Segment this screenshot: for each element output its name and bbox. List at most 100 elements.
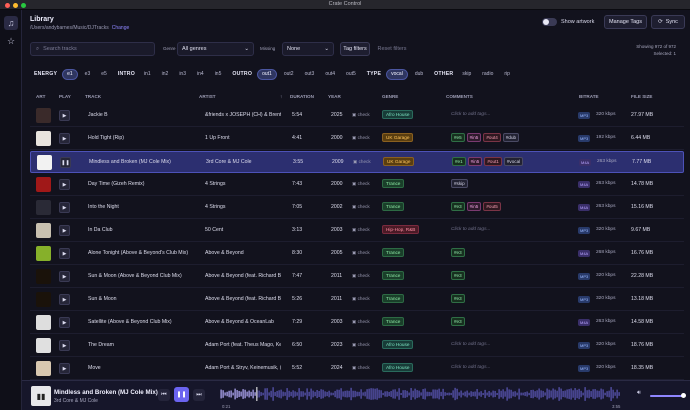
comment-tag[interactable]: #e3 (451, 271, 465, 280)
col-play[interactable]: PLAY (59, 94, 71, 99)
track-row[interactable]: ▶ Alone Tonight (Above & Beyond's Club Mi… (30, 243, 684, 265)
track-row[interactable]: ▶ Sun & Moon (Above & Beyond Club Mix) Abo… (30, 266, 684, 288)
play-track-button[interactable]: ▶ (59, 340, 70, 351)
track-row[interactable]: ▶ In Da Club 50 Cent 3:13 2003 ▣ check Hip-Hop… (30, 220, 684, 242)
check-button[interactable]: ▣ check (352, 342, 370, 348)
col-art[interactable]: ART (36, 94, 45, 99)
col-genre[interactable]: GENRE (382, 94, 398, 99)
tag-chip-vocal[interactable]: vocal (386, 68, 408, 80)
comment-tag[interactable]: #vocal (503, 157, 524, 166)
tag-chip-in4[interactable]: in4 (193, 69, 208, 80)
genre-badge[interactable]: Trance (382, 179, 405, 188)
track-row[interactable]: ▶ Day Time (Gizeh Remix) 4 Strings 7:43 2000… (30, 174, 684, 196)
play-track-button[interactable]: ▶ (59, 317, 70, 328)
comment-tags[interactable]: #e3 (451, 294, 465, 303)
comment-tag[interactable]: #out1 (484, 157, 502, 166)
comment-tag[interactable]: #e3 (451, 294, 465, 303)
col-file-size[interactable]: FILE SIZE (631, 94, 652, 99)
missing-select[interactable]: None ⌄ (282, 42, 334, 56)
check-button[interactable]: ▣ check (352, 273, 370, 279)
genre-badge[interactable]: Trance (382, 271, 405, 280)
track-row[interactable]: ▶ The Dream Adam Port (feat. Theus Mago, K… (30, 335, 684, 357)
tag-chip-e5[interactable]: e5 (97, 69, 111, 80)
comment-tag[interactable]: #out5 (483, 202, 501, 211)
comment-tag[interactable]: #in5 (466, 202, 482, 211)
comment-tags[interactable]: #e3 (451, 271, 465, 280)
sync-button[interactable]: ⟳ Sync (651, 15, 685, 29)
comment-tag[interactable]: #skip (451, 179, 468, 188)
comment-tags[interactable]: #e1 #in5 #out1 #vocal (452, 157, 524, 166)
previous-button[interactable]: ⏮ (158, 389, 170, 401)
comment-tag[interactable]: #e5 (451, 133, 465, 142)
tag-chip-out1[interactable]: out1 (257, 68, 277, 80)
tag-chip-out2[interactable]: out2 (280, 69, 298, 80)
track-row[interactable]: ▶ Hold Tight (Rip) 1 Up Front 4:41 2000 ▣ che… (30, 128, 684, 150)
comment-tags[interactable]: #e3 (451, 317, 465, 326)
play-track-button[interactable]: ▶ (59, 294, 70, 305)
track-row[interactable]: ▶ Satellite (Above & Beyond Club Mix) Abov… (30, 312, 684, 334)
track-row[interactable]: ▶ Jackie B &friends x JOSEPH (CH) & Brent 5… (30, 105, 684, 127)
col-artist[interactable]: ARTIST (199, 94, 216, 99)
pause-track-button[interactable]: ❚❚ (60, 157, 71, 168)
genre-badge[interactable]: Hip-Hop, R&B (382, 225, 420, 234)
tag-chip-e3[interactable]: e3 (81, 69, 95, 80)
tag-chip-out5[interactable]: out5 (342, 69, 360, 80)
check-button[interactable]: ▣ check (352, 181, 370, 187)
add-tags-placeholder[interactable]: Click to add tags... (451, 112, 490, 117)
tag-filters-button[interactable]: Tag filters (340, 42, 370, 56)
play-track-button[interactable]: ▶ (59, 225, 70, 236)
favorites-nav-button[interactable]: ☆ (4, 34, 18, 48)
tag-chip-in3[interactable]: in3 (175, 69, 190, 80)
tag-chip-e1[interactable]: e1 (62, 68, 78, 80)
genre-badge[interactable]: Trance (382, 248, 405, 257)
comment-tag[interactable]: #out4 (483, 133, 501, 142)
genre-badge[interactable]: Afro House (382, 340, 414, 349)
tag-chip-rip[interactable]: rip (500, 69, 514, 80)
play-track-button[interactable]: ▶ (59, 363, 70, 374)
change-path-link[interactable]: Change (112, 25, 130, 31)
comment-tags[interactable]: #e5 #in5 #out4 #dub (451, 133, 520, 142)
tag-chip-in1[interactable]: in1 (140, 69, 155, 80)
comment-tags[interactable]: #e3 (451, 248, 465, 257)
track-row[interactable]: ▶ Move Adam Port & Stryv, Keinemusik, (5:5… (30, 358, 684, 380)
check-button[interactable]: ▣ check (352, 250, 370, 256)
genre-badge[interactable]: Trance (382, 202, 405, 211)
genre-badge[interactable]: UK Garage (382, 133, 414, 142)
tag-chip-in5[interactable]: in5 (211, 69, 226, 80)
tag-chip-out4[interactable]: out4 (321, 69, 339, 80)
tag-chip-radio[interactable]: radio (478, 69, 497, 80)
comment-tag[interactable]: #in5 (467, 157, 483, 166)
play-track-button[interactable]: ▶ (59, 133, 70, 144)
reset-filters-button[interactable]: Reset filters (375, 42, 409, 56)
search-input[interactable]: ⌕ Search tracks (30, 42, 155, 56)
track-row[interactable]: ❚❚ Mindless and Broken (MJ Cole Mix) 3rd C… (30, 151, 684, 173)
play-track-button[interactable]: ▶ (59, 202, 70, 213)
comment-tag[interactable]: #e3 (451, 202, 465, 211)
comment-tag[interactable]: #e3 (451, 317, 465, 326)
show-artwork-toggle[interactable] (542, 18, 557, 26)
play-track-button[interactable]: ▶ (59, 110, 70, 121)
comment-tag[interactable]: #e1 (452, 157, 466, 166)
comment-tags[interactable]: #e3 #in5 #out5 (451, 202, 501, 211)
col-comments[interactable]: COMMENTS (446, 94, 473, 99)
volume-slider[interactable] (650, 393, 686, 398)
col-duration[interactable]: DURATION (290, 94, 314, 99)
play-track-button[interactable]: ▶ (59, 179, 70, 190)
tag-chip-out3[interactable]: out3 (301, 69, 319, 80)
comment-tag[interactable]: #in5 (466, 133, 482, 142)
add-tags-placeholder[interactable]: Click to add tags... (451, 342, 490, 347)
pause-button[interactable]: ❚❚ (174, 387, 189, 402)
check-button[interactable]: ▣ check (352, 227, 370, 233)
comment-tags[interactable]: #skip (451, 179, 468, 188)
genre-badge[interactable]: Afro House (382, 363, 414, 372)
comment-tag[interactable]: #dub (502, 133, 520, 142)
tag-chip-in2[interactable]: in2 (158, 69, 173, 80)
check-button[interactable]: ▣ check (353, 159, 371, 165)
check-button[interactable]: ▣ check (352, 296, 370, 302)
check-button[interactable]: ▣ check (352, 204, 370, 210)
next-button[interactable]: ⏭ (193, 389, 205, 401)
genre-badge[interactable]: UK Garage (383, 157, 415, 166)
track-row[interactable]: ▶ Sun & Moon Above & Beyond (feat. Richard… (30, 289, 684, 311)
check-button[interactable]: ▣ check (352, 135, 370, 141)
manage-tags-button[interactable]: Manage Tags (604, 15, 647, 29)
